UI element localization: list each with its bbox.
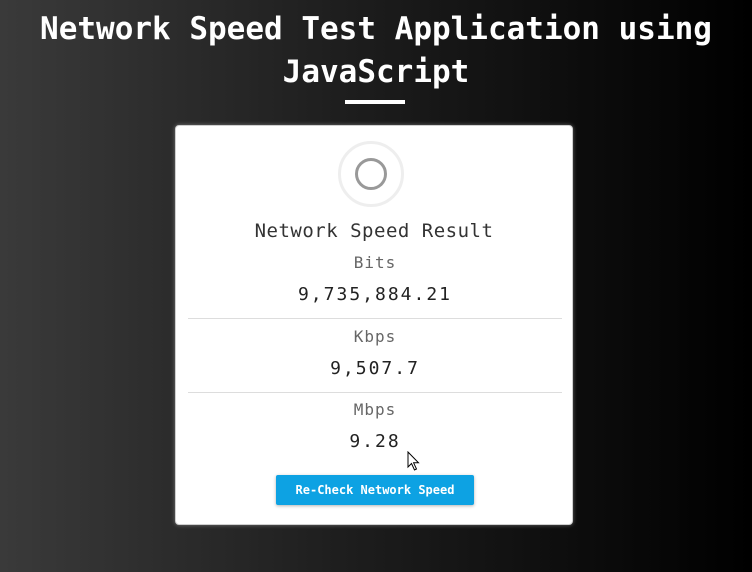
kbps-result: Kbps 9,507.7: [188, 326, 562, 381]
divider: [188, 392, 562, 393]
kbps-label: Kbps: [353, 327, 397, 346]
mbps-value: 9.28: [349, 431, 401, 452]
loading-spinner-ring: [355, 158, 387, 190]
result-heading: Network Speed Result: [254, 220, 494, 242]
speed-result-card: Network Speed Result Bits 9,735,884.21 K…: [175, 125, 573, 525]
divider: [188, 318, 562, 319]
mbps-label: Mbps: [353, 400, 397, 419]
title-underline: [345, 100, 405, 104]
kbps-value: 9,507.7: [330, 358, 420, 379]
loading-spinner-icon: [338, 141, 404, 207]
bits-result: Bits 9,735,884.21: [188, 252, 562, 307]
mouse-pointer-icon: [407, 451, 420, 471]
mbps-result: Mbps 9.28: [188, 399, 562, 454]
bits-label: Bits: [353, 253, 397, 272]
page-title: Network Speed Test Application using Jav…: [0, 8, 752, 94]
recheck-speed-button[interactable]: Re-Check Network Speed: [276, 475, 474, 505]
bits-value: 9,735,884.21: [297, 284, 453, 305]
page-title-text: Network Speed Test Application using Jav…: [40, 11, 712, 90]
